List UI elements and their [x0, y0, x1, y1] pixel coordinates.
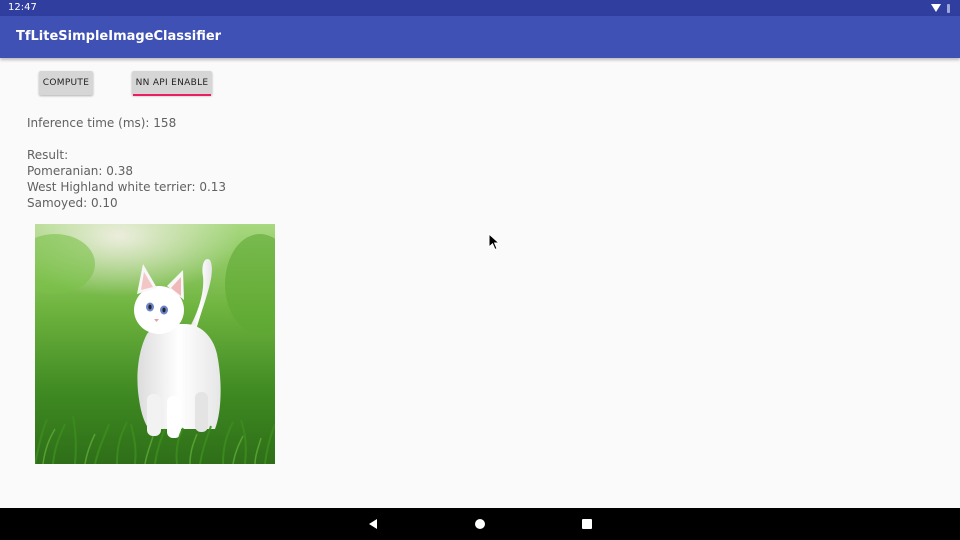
wifi-icon [931, 4, 941, 12]
status-bar: 12:47 [0, 0, 960, 16]
navigation-bar [0, 508, 960, 540]
home-icon[interactable] [475, 519, 485, 529]
result-header: Result: [27, 148, 69, 162]
inference-time-text: Inference time (ms): 158 [27, 116, 177, 130]
status-time: 12:47 [8, 2, 37, 13]
mouse-cursor-icon [488, 233, 500, 251]
result-line: Pomeranian: 0.38 [27, 164, 133, 178]
recents-icon[interactable] [582, 519, 592, 529]
nnapi-enable-button[interactable]: NN API ENABLE [132, 71, 212, 96]
battery-icon [947, 3, 950, 13]
result-line: West Highland white terrier: 0.13 [27, 180, 227, 194]
app-bar: TfLiteSimpleImageClassifier [0, 16, 960, 58]
result-line: Samoyed: 0.10 [27, 196, 118, 210]
kitten-image [35, 224, 275, 464]
compute-button[interactable]: COMPUTE [39, 71, 93, 95]
back-icon[interactable] [367, 518, 379, 530]
status-icons [931, 3, 950, 13]
app-title: TfLiteSimpleImageClassifier [16, 29, 222, 44]
